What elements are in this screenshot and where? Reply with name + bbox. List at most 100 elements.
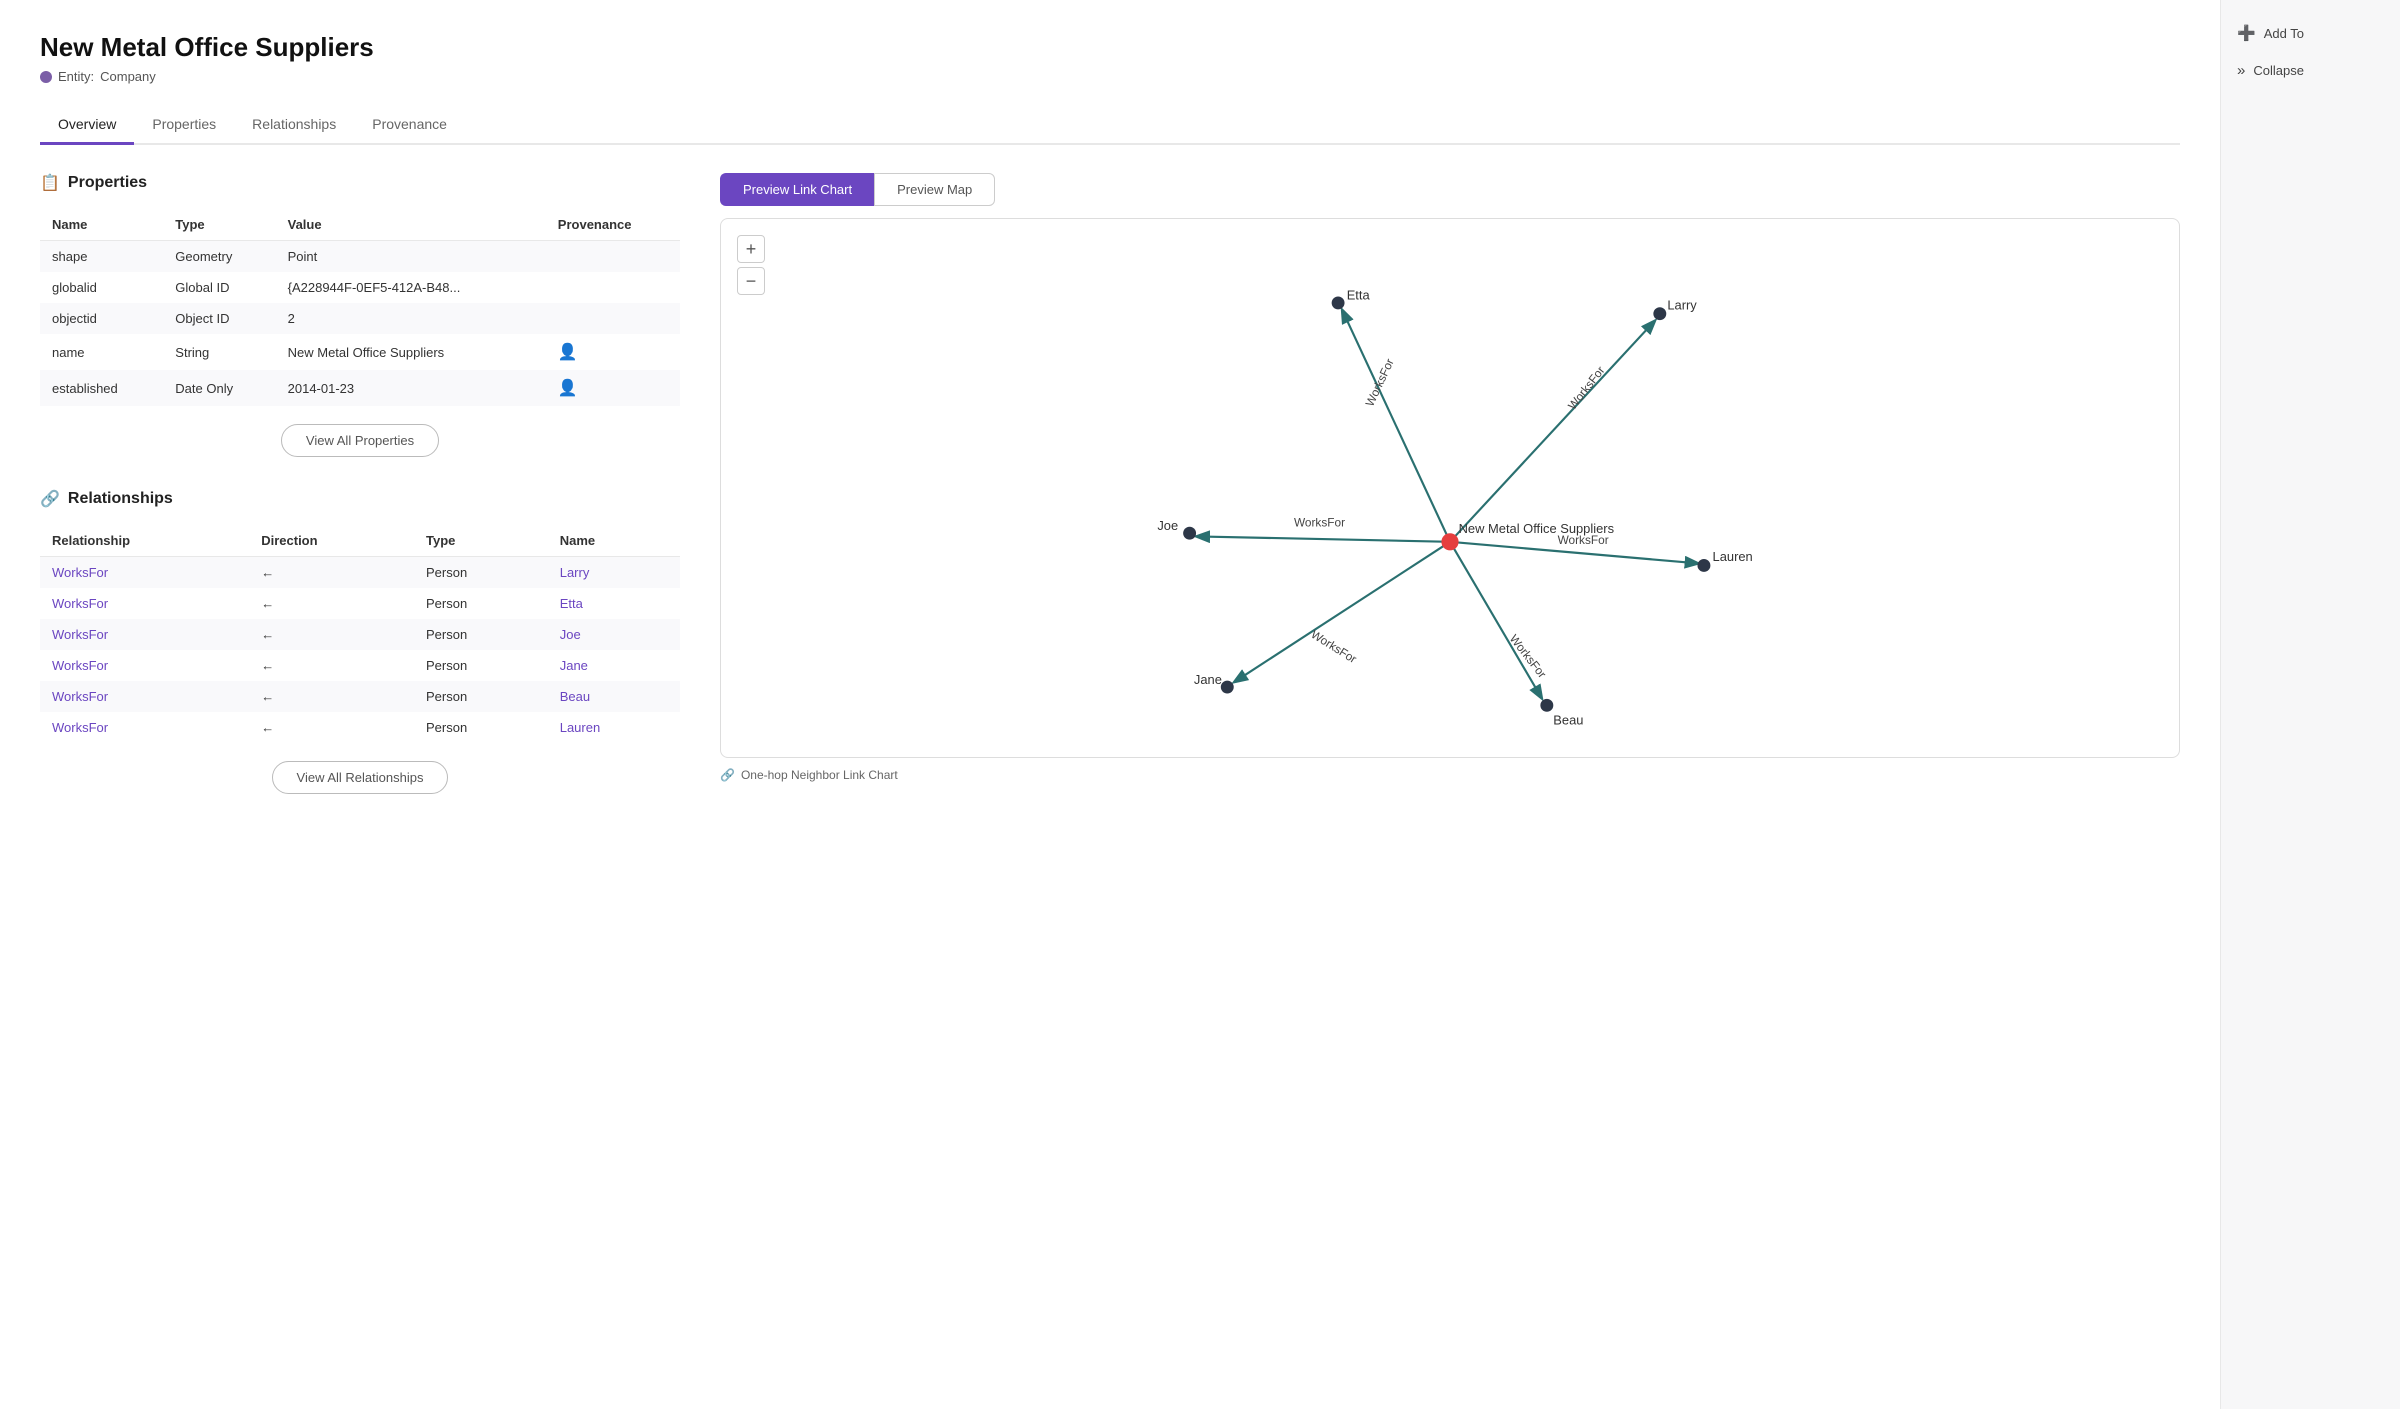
tab-overview[interactable]: Overview <box>40 108 134 145</box>
table-row: WorksFor ← Person Etta <box>40 588 680 619</box>
rel-type: Person <box>414 557 548 589</box>
edge-etta <box>1342 310 1450 541</box>
prop-provenance[interactable]: 👤 <box>546 334 680 370</box>
tab-properties[interactable]: Properties <box>134 108 234 145</box>
table-row: shape Geometry Point <box>40 241 680 273</box>
rel-name[interactable]: Beau <box>548 681 680 712</box>
properties-table: Name Type Value Provenance shape Geometr… <box>40 209 680 406</box>
rel-col-name: Name <box>548 525 680 557</box>
prop-type: Object ID <box>163 303 275 334</box>
chart-controls: + − <box>737 235 765 295</box>
zoom-in-button[interactable]: + <box>737 235 765 263</box>
properties-heading: Properties <box>68 174 147 192</box>
zoom-out-button[interactable]: − <box>737 267 765 295</box>
table-row: objectid Object ID 2 <box>40 303 680 334</box>
table-row: name String New Metal Office Suppliers 👤 <box>40 334 680 370</box>
rel-direction: ← <box>249 681 414 712</box>
prop-provenance[interactable]: 👤 <box>546 370 680 406</box>
rel-type: Person <box>414 712 548 743</box>
prop-value: 2014-01-23 <box>276 370 546 406</box>
view-all-properties-button[interactable]: View All Properties <box>281 424 439 457</box>
edge-beau <box>1450 542 1541 698</box>
relationships-icon: 🔗 <box>40 489 60 509</box>
entity-label: Entity: <box>58 69 94 84</box>
entity-icon <box>40 71 52 83</box>
rel-direction: ← <box>249 712 414 743</box>
prop-type: Global ID <box>163 272 275 303</box>
collapse-icon: » <box>2237 62 2245 79</box>
relationships-table: Relationship Direction Type Name WorksFo… <box>40 525 680 743</box>
prop-value: New Metal Office Suppliers <box>276 334 546 370</box>
tab-provenance[interactable]: Provenance <box>354 108 465 145</box>
label-lauren: Lauren <box>1713 549 1753 564</box>
label-jane: Jane <box>1194 672 1222 687</box>
preview-map-tab[interactable]: Preview Map <box>874 173 995 206</box>
node-beau[interactable] <box>1540 699 1553 712</box>
collapse-label: Collapse <box>2253 63 2304 78</box>
label-joe: Joe <box>1157 518 1178 533</box>
rel-col-type: Type <box>414 525 548 557</box>
rel-relationship[interactable]: WorksFor <box>40 650 249 681</box>
provenance-icon[interactable]: 👤 <box>558 380 578 397</box>
rel-type: Person <box>414 681 548 712</box>
prop-provenance <box>546 303 680 334</box>
node-lauren[interactable] <box>1697 559 1710 572</box>
rel-name[interactable]: Etta <box>548 588 680 619</box>
rel-direction: ← <box>249 588 414 619</box>
collapse-button[interactable]: » Collapse <box>2237 58 2384 83</box>
table-row: WorksFor ← Person Beau <box>40 681 680 712</box>
col-type: Type <box>163 209 275 241</box>
label-beau: Beau <box>1553 713 1583 728</box>
rel-col-relationship: Relationship <box>40 525 249 557</box>
table-row: established Date Only 2014-01-23 👤 <box>40 370 680 406</box>
col-provenance: Provenance <box>546 209 680 241</box>
prop-provenance <box>546 272 680 303</box>
add-to-label: Add To <box>2264 26 2304 41</box>
center-node[interactable] <box>1441 533 1458 550</box>
node-larry[interactable] <box>1653 307 1666 320</box>
edge-label-jane: WorksFor <box>1309 627 1360 666</box>
prop-type: Date Only <box>163 370 275 406</box>
rel-direction: ← <box>249 650 414 681</box>
edge-label-larry: WorksFor <box>1565 363 1607 412</box>
rel-name[interactable]: Joe <box>548 619 680 650</box>
tab-relationships[interactable]: Relationships <box>234 108 354 145</box>
edge-larry <box>1450 321 1654 542</box>
preview-link-chart-tab[interactable]: Preview Link Chart <box>720 173 874 206</box>
table-row: WorksFor ← Person Joe <box>40 619 680 650</box>
rel-relationship[interactable]: WorksFor <box>40 588 249 619</box>
view-all-relationships-button[interactable]: View All Relationships <box>272 761 449 794</box>
rel-relationship[interactable]: WorksFor <box>40 681 249 712</box>
link-chart-area: + − WorksFor <box>720 218 2180 758</box>
rel-relationship[interactable]: WorksFor <box>40 557 249 589</box>
link-chart-svg: WorksFor WorksFor WorksFor WorksFor Work… <box>721 219 2179 757</box>
rel-direction: ← <box>249 557 414 589</box>
prop-provenance <box>546 241 680 273</box>
label-larry: Larry <box>1667 297 1697 312</box>
rel-name[interactable]: Larry <box>548 557 680 589</box>
rel-relationship[interactable]: WorksFor <box>40 619 249 650</box>
chart-footer-icon: 🔗 <box>720 768 735 782</box>
relationships-heading: Relationships <box>68 490 173 508</box>
table-row: globalid Global ID {A228944F-0EF5-412A-B… <box>40 272 680 303</box>
prop-value: 2 <box>276 303 546 334</box>
node-joe[interactable] <box>1183 527 1196 540</box>
rel-type: Person <box>414 650 548 681</box>
preview-tabs: Preview Link Chart Preview Map <box>720 173 2180 206</box>
prop-value: Point <box>276 241 546 273</box>
rel-name[interactable]: Lauren <box>548 712 680 743</box>
prop-name: established <box>40 370 163 406</box>
rel-relationship[interactable]: WorksFor <box>40 712 249 743</box>
provenance-icon[interactable]: 👤 <box>558 344 578 361</box>
prop-name: objectid <box>40 303 163 334</box>
main-tabs: Overview Properties Relationships Proven… <box>40 108 2180 145</box>
chart-footer-text: One-hop Neighbor Link Chart <box>741 768 898 782</box>
prop-name: name <box>40 334 163 370</box>
table-row: WorksFor ← Person Jane <box>40 650 680 681</box>
rel-name[interactable]: Jane <box>548 650 680 681</box>
page-title: New Metal Office Suppliers <box>40 32 2180 63</box>
node-etta[interactable] <box>1332 296 1345 309</box>
add-to-button[interactable]: ➕ Add To <box>2237 20 2384 46</box>
prop-type: Geometry <box>163 241 275 273</box>
node-jane[interactable] <box>1221 681 1234 694</box>
